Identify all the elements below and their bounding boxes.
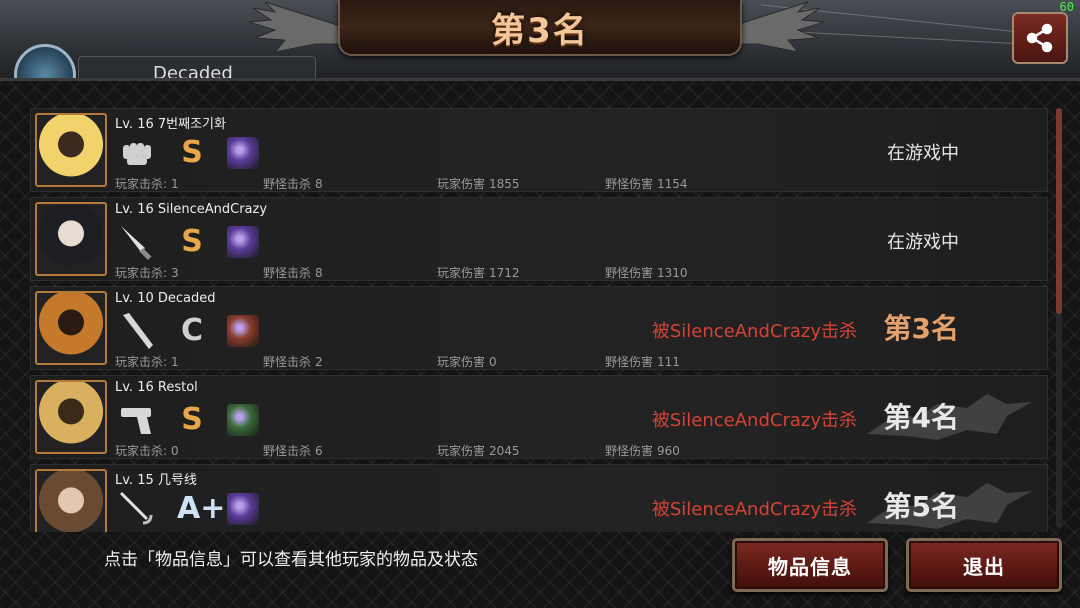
player-row[interactable]: Lv. 16 SilenceAndCrazy S 玩家击杀: 3 野怪击杀 8 玩家… — [30, 197, 1048, 281]
monster-damage — [605, 531, 609, 532]
share-icon — [1026, 23, 1053, 53]
knife-icon[interactable] — [117, 222, 157, 262]
player-damage: 玩家伤害 1712 — [437, 266, 520, 280]
player-row[interactable]: Lv. 16 7번째조기화 S 玩家击杀: 1 野怪击杀 8 玩家伤害 1855 野怪… — [30, 108, 1048, 192]
pistol-icon[interactable] — [117, 400, 157, 440]
grade-badge: C — [180, 313, 204, 348]
player-damage: 玩家伤害 0 — [437, 355, 497, 369]
grade-badge: S — [181, 135, 203, 170]
monster-kills: 野怪击杀 8 — [263, 177, 323, 191]
grade-badge: S — [181, 402, 203, 437]
footer-hint: 点击「物品信息」可以查看其他玩家的物品及状态 — [104, 550, 478, 570]
page-title: 第3名 — [491, 10, 589, 51]
monster-kills: 野怪击杀 8 — [263, 266, 323, 280]
player-rank: 第3名 — [883, 312, 959, 345]
player-kills: 玩家击杀: 3 — [115, 266, 179, 280]
player-status: 在游戏中 — [887, 232, 959, 253]
monster-kills — [263, 531, 267, 532]
player-level-name: Lv. 10 Decaded — [115, 291, 216, 306]
player-level-name: Lv. 16 7번째조기화 — [115, 117, 226, 132]
player-rank: 第4名 — [883, 401, 959, 434]
player-avatar[interactable] — [35, 291, 107, 365]
player-level-name: Lv. 16 SilenceAndCrazy — [115, 202, 268, 217]
player-kills: 玩家击杀: 1 — [115, 177, 179, 191]
rapier-icon[interactable] — [117, 489, 157, 529]
player-kills — [115, 531, 119, 532]
player-damage — [437, 531, 441, 532]
item-icon[interactable] — [227, 137, 259, 169]
player-row[interactable]: Lv. 15 几号线 A+ 被SilenceAndCrazy击杀 第5名 — [30, 464, 1048, 532]
player-kills: 玩家击杀: 0 — [115, 444, 179, 458]
item-icon[interactable] — [227, 493, 259, 525]
player-avatar[interactable] — [35, 380, 107, 454]
monster-damage: 野怪伤害 111 — [605, 355, 680, 369]
scrollbar[interactable] — [1056, 108, 1062, 528]
item-icon[interactable] — [227, 226, 259, 258]
killed-by-text: 被SilenceAndCrazy击杀 — [651, 499, 857, 520]
player-status: 在游戏中 — [887, 143, 959, 164]
bat-icon[interactable] — [117, 311, 157, 351]
exit-button[interactable]: 退出 — [906, 538, 1062, 592]
fist-icon[interactable] — [117, 133, 157, 173]
killed-by-text: 被SilenceAndCrazy击杀 — [651, 410, 857, 431]
title-banner: 第3名 — [338, 0, 742, 56]
player-rank: 第5名 — [883, 490, 959, 523]
player-damage: 玩家伤害 1855 — [437, 177, 520, 191]
player-avatar[interactable] — [35, 113, 107, 187]
player-row[interactable]: Lv. 10 Decaded C 玩家击杀: 1 野怪击杀 2 玩家伤害 0 野怪伤害… — [30, 286, 1048, 370]
monster-kills: 野怪击杀 2 — [263, 355, 323, 369]
scrollbar-thumb[interactable] — [1056, 108, 1062, 314]
player-row[interactable]: Lv. 16 Restol S 玩家击杀: 0 野怪击杀 6 玩家伤害 2045 野怪… — [30, 375, 1048, 459]
player-level-name: Lv. 15 几号线 — [115, 473, 197, 488]
grade-badge: A+ — [177, 491, 226, 526]
monster-damage: 野怪伤害 1310 — [605, 266, 688, 280]
player-level-name: Lv. 16 Restol — [115, 380, 198, 395]
monster-damage: 野怪伤害 1154 — [605, 177, 688, 191]
monster-kills: 野怪击杀 6 — [263, 444, 323, 458]
player-damage: 玩家伤害 2045 — [437, 444, 520, 458]
item-info-button[interactable]: 物品信息 — [732, 538, 888, 592]
share-button[interactable] — [1012, 12, 1068, 64]
player-avatar[interactable] — [35, 469, 107, 532]
monster-damage: 野怪伤害 960 — [605, 444, 680, 458]
player-avatar[interactable] — [35, 202, 107, 276]
killed-by-text: 被SilenceAndCrazy击杀 — [651, 321, 857, 342]
grade-badge: S — [181, 224, 203, 259]
item-icon[interactable] — [227, 315, 259, 347]
player-list[interactable]: Lv. 16 7번째조기화 S 玩家击杀: 1 野怪击杀 8 玩家伤害 1855 野怪… — [30, 108, 1050, 532]
item-icon[interactable] — [227, 404, 259, 436]
player-kills: 玩家击杀: 1 — [115, 355, 179, 369]
